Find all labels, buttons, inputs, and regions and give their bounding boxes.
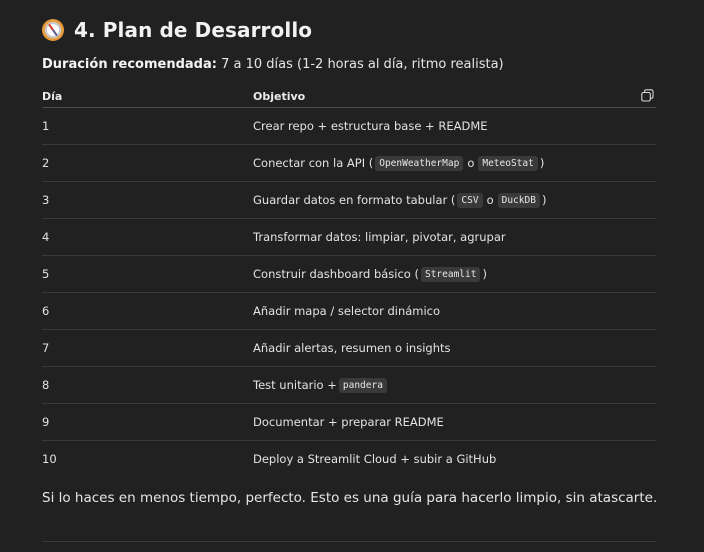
table-row: 1 Crear repo + estructura base + README: [42, 108, 656, 145]
objective-cell: Crear repo + estructura base + README: [253, 108, 488, 144]
table-row: 7 Añadir alertas, resumen o insights: [42, 330, 656, 367]
inline-code: CSV: [457, 192, 483, 208]
day-cell: 7: [42, 341, 50, 355]
duration-value: 7 a 10 días (1-2 horas al día, ritmo rea…: [221, 57, 504, 72]
inline-code: OpenWeatherMap: [375, 155, 464, 171]
divider: [42, 541, 656, 542]
objective-text: ): [482, 267, 487, 281]
section-title: 4. Plan de Desarrollo: [74, 18, 313, 42]
inline-code: DuckDB: [497, 192, 540, 208]
day-cell: 10: [42, 452, 57, 466]
objective-text: Añadir mapa / selector dinámico: [253, 304, 441, 318]
table-row: 8 Test unitario + pandera: [42, 367, 656, 404]
table-row: 4 Transformar datos: limpiar, pivotar, ag…: [42, 219, 656, 256]
objective-text: o: [467, 156, 475, 170]
objective-cell: Deploy a Streamlit Cloud + subir a GitHu…: [253, 441, 496, 477]
copy-icon[interactable]: [641, 89, 654, 102]
objective-cell: Guardar datos en formato tabular (CSV o Du…: [253, 182, 546, 218]
objective-text: Documentar + preparar README: [253, 415, 444, 429]
day-cell: 5: [42, 267, 50, 281]
objective-text: Deploy a Streamlit Cloud + subir a GitHu…: [253, 452, 497, 466]
inline-code: MeteoStat: [478, 155, 538, 171]
day-cell: 9: [42, 415, 50, 429]
objective-cell: Transformar datos: limpiar, pivotar, agr…: [253, 219, 506, 255]
table-row: 6 Añadir mapa / selector dinámico: [42, 293, 656, 330]
day-cell: 1: [42, 119, 50, 133]
objective-text: Transformar datos: limpiar, pivotar, agr…: [253, 230, 506, 244]
objective-cell: Construir dashboard básico (Streamlit): [253, 256, 487, 292]
objective-cell: Conectar con la API (OpenWeatherMap o Mete…: [253, 145, 544, 181]
table-row: 5 Construir dashboard básico (Streamlit): [42, 256, 656, 293]
table-body: 1 Crear repo + estructura base + README 2 C…: [42, 108, 656, 477]
header-objective: Objetivo: [253, 90, 306, 103]
section-heading: 4. Plan de Desarrollo: [42, 14, 312, 46]
inline-code: Streamlit: [420, 266, 481, 282]
objective-text: Conectar con la API (: [253, 156, 374, 170]
day-cell: 3: [42, 193, 50, 207]
day-cell: 8: [42, 378, 50, 392]
table-row: 9 Documentar + preparar README: [42, 404, 656, 441]
duration-label: Duración recomendada:: [42, 57, 217, 72]
objective-cell: Añadir mapa / selector dinámico: [253, 293, 440, 329]
footer-note: Si lo haces en menos tiempo, perfecto. E…: [42, 490, 658, 506]
table-row: 10 Deploy a Streamlit Cloud + subir a Git…: [42, 441, 656, 477]
objective-text: Guardar datos en formato tabular (: [253, 193, 456, 207]
objective-text: Construir dashboard básico (: [253, 267, 419, 281]
plan-table: Día Objetivo 1 Crear repo + estructura ba…: [42, 85, 656, 477]
objective-text: Añadir alertas, resumen o insights: [253, 341, 451, 355]
objective-text: Test unitario +: [253, 378, 337, 392]
objective-cell: Test unitario + pandera: [253, 367, 389, 403]
inline-code: pandera: [338, 377, 387, 393]
objective-text: o: [486, 193, 494, 207]
table-row: 3 Guardar datos en formato tabular (CSV o D…: [42, 182, 656, 219]
objective-cell: Documentar + preparar README: [253, 404, 444, 440]
objective-text: ): [541, 193, 547, 207]
header-day: Día: [42, 90, 63, 103]
compass-icon: [42, 19, 64, 41]
day-cell: 6: [42, 304, 50, 318]
objective-text: Crear repo + estructura base + README: [253, 119, 488, 133]
objective-text: ): [539, 156, 545, 170]
duration-line: Duración recomendada: 7 a 10 días (1-2 h…: [42, 57, 504, 72]
day-cell: 4: [42, 230, 50, 244]
day-cell: 2: [42, 156, 50, 170]
objective-cell: Añadir alertas, resumen o insights: [253, 330, 451, 366]
table-header: Día Objetivo: [42, 85, 656, 108]
table-row: 2 Conectar con la API (OpenWeatherMap o Met…: [42, 145, 656, 182]
